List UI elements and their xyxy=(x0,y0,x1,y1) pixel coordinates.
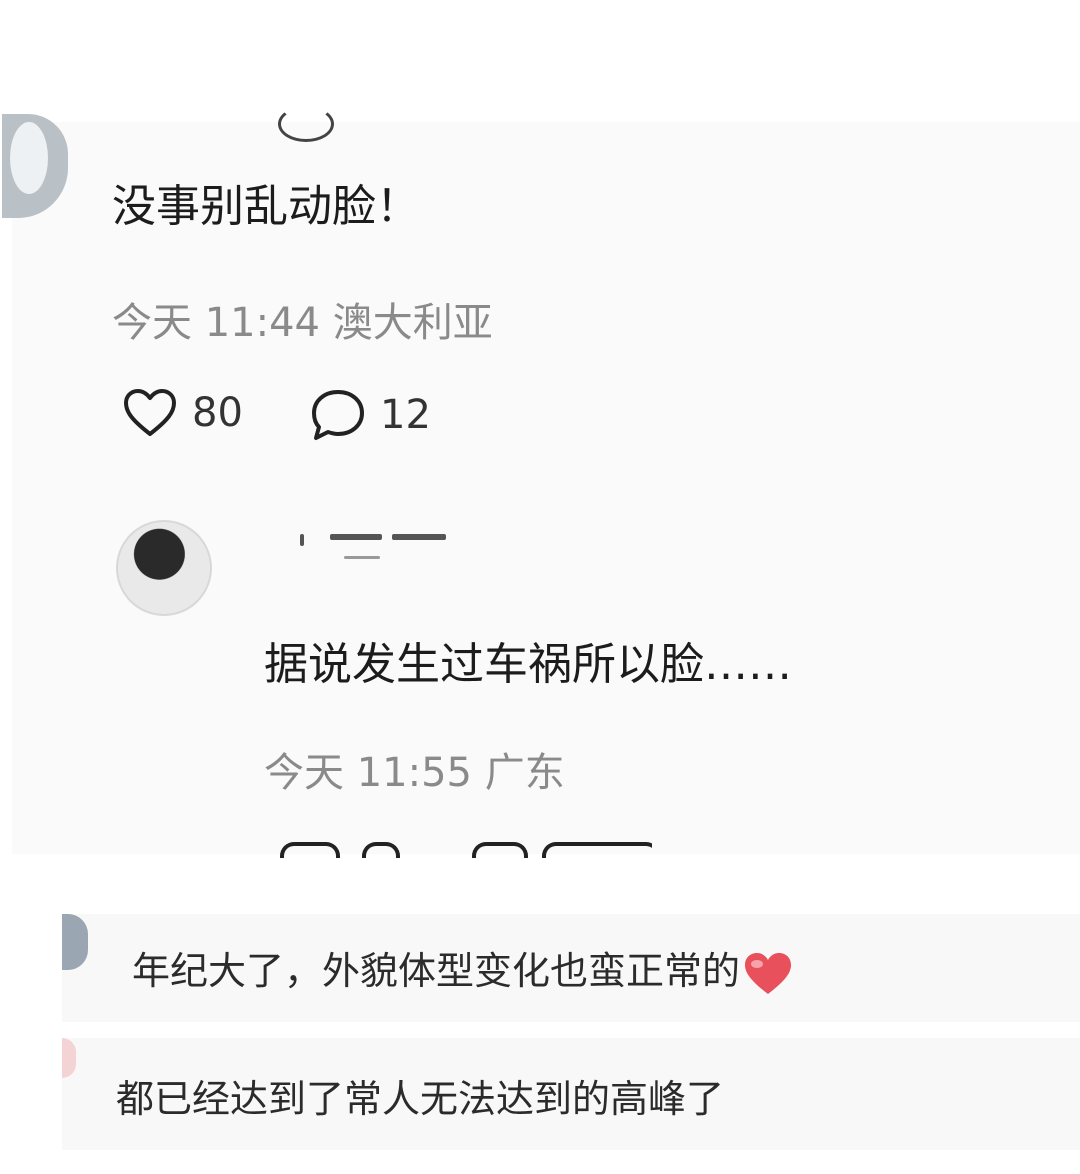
comment-bubble-icon xyxy=(312,390,364,440)
comment-time: 今天 11:44 xyxy=(112,300,320,346)
badge-icon xyxy=(278,106,334,142)
like-count: 80 xyxy=(192,390,243,436)
comment-meta: 今天 11:44 澳大利亚 xyxy=(112,290,493,348)
comment-location: 澳大利亚 xyxy=(332,300,493,346)
comment-text-content: 年纪大了，外貌体型变化也蛮正常的 xyxy=(132,949,741,993)
comment-text: 没事别乱动脸！ xyxy=(112,181,420,232)
reply-username-obscured xyxy=(282,532,452,566)
comment-text: 年纪大了，外貌体型变化也蛮正常的 xyxy=(132,940,794,997)
reply-time: 今天 11:55 xyxy=(264,750,472,796)
reply-location: 广东 xyxy=(484,750,565,796)
reply-text: 据说发生过车祸所以脸…… xyxy=(264,639,792,690)
comment-item: 都已经达到了常人无法达到的高峰了 xyxy=(62,1038,1080,1150)
avatar[interactable] xyxy=(62,1038,76,1078)
like-button[interactable]: 80 xyxy=(122,388,243,438)
reply-avatar[interactable] xyxy=(116,520,212,616)
heart-icon xyxy=(124,389,176,436)
comment-item: 年纪大了，外貌体型变化也蛮正常的 xyxy=(62,914,1080,1022)
comment-text: 都已经达到了常人无法达到的高峰了 xyxy=(116,1077,725,1121)
reply-button[interactable]: 12 xyxy=(310,388,431,442)
reply-actions-cropped xyxy=(272,838,652,858)
reply-count: 12 xyxy=(380,392,431,438)
avatar[interactable] xyxy=(2,114,68,218)
reply-meta: 今天 11:55 广东 xyxy=(264,740,565,798)
red-heart-icon xyxy=(745,952,792,994)
comment-thread-screenshot: 没事别乱动脸！ 今天 11:44 澳大利亚 80 12 据说发生过车祸所以脸……… xyxy=(2,106,1080,858)
avatar[interactable] xyxy=(62,914,88,970)
